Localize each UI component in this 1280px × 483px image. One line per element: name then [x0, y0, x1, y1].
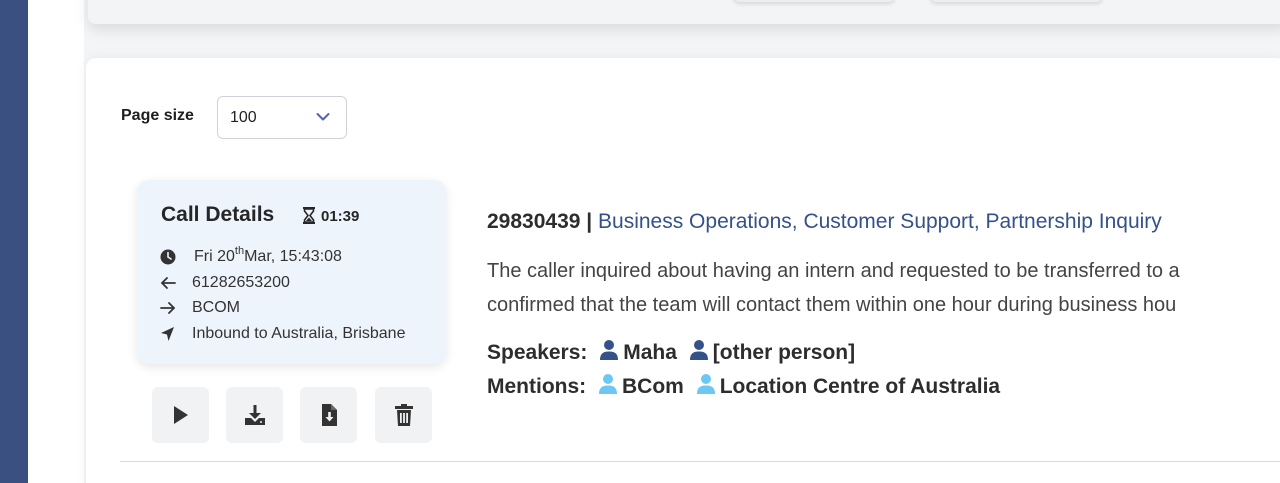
download-audio-button[interactable]: [226, 387, 283, 443]
speakers-label: Speakers:: [487, 341, 588, 364]
call-destination: BCOM: [192, 299, 240, 316]
toolbar-button-left[interactable]: [733, 0, 895, 2]
speaker-item: [other person]: [689, 339, 855, 365]
play-icon: [174, 406, 188, 424]
trash-icon: [395, 404, 413, 426]
location-arrow-icon: [161, 327, 174, 341]
mention-name: BCom: [622, 375, 684, 398]
call-summary-line-2: confirmed that the team will contact the…: [487, 294, 1177, 316]
user-icon: [600, 340, 619, 360]
mention-item: Location Centre of Australia: [696, 373, 1000, 399]
hourglass-icon: [303, 207, 315, 224]
download-icon: [245, 405, 265, 425]
call-details-title: Call Details: [161, 203, 275, 226]
call-direction: Inbound to Australia, Brisbane: [192, 325, 406, 342]
left-sidebar: [0, 0, 28, 483]
call-from-row: 61282653200: [159, 273, 429, 293]
headline-separator: |: [586, 210, 593, 233]
play-button[interactable]: [152, 387, 209, 443]
clock-icon: [160, 249, 176, 265]
call-summary-line-1: The caller inquired about having an inte…: [487, 260, 1180, 282]
arrow-left-icon: [161, 277, 176, 289]
call-duration: 01:39: [321, 208, 360, 225]
page-size-label: Page size: [121, 107, 194, 124]
call-headline: 29830439 | Business Operations, Customer…: [487, 210, 1162, 234]
page-size-value: 100: [230, 109, 257, 126]
call-direction-row: Inbound to Australia, Brisbane: [159, 324, 439, 344]
chevron-down-icon: [316, 113, 330, 121]
user-icon: [689, 340, 708, 360]
top-toolbar-card: [88, 0, 1280, 24]
speaker-item: Maha: [599, 339, 677, 365]
delete-button[interactable]: [375, 387, 432, 443]
call-topics[interactable]: Business Operations, Customer Support, P…: [598, 210, 1162, 233]
arrow-right-icon: [160, 302, 175, 314]
user-icon: [696, 374, 715, 394]
call-date: Fri 20thMar, 15:43:08: [194, 245, 342, 265]
speaker-name: Maha: [623, 341, 677, 364]
mentions-label: Mentions:: [487, 375, 587, 398]
mentions-row: Mentions: BCom Location Centre of Austra…: [487, 373, 1000, 399]
call-id[interactable]: 29830439: [487, 210, 580, 233]
mention-item: BCom: [598, 373, 684, 399]
row-divider: [120, 461, 1280, 462]
user-icon: [599, 374, 617, 394]
download-file-button[interactable]: [300, 387, 357, 443]
call-to-row: BCOM: [159, 298, 429, 318]
call-details-card: Call Details 01:39 Fri 20thMar, 15:43:08…: [137, 180, 446, 364]
page-size-select[interactable]: 100: [217, 96, 347, 139]
speaker-name: [other person]: [712, 341, 856, 364]
toolbar-button-right[interactable]: [930, 0, 1103, 2]
sidebar-gutter: [28, 0, 84, 483]
caller-number: 61282653200: [192, 274, 290, 291]
file-download-icon: [322, 404, 337, 426]
call-date-row: Fri 20thMar, 15:43:08: [159, 245, 429, 267]
speakers-row: Speakers: Maha [other person]: [487, 339, 855, 365]
mention-name: Location Centre of Australia: [719, 375, 1001, 398]
